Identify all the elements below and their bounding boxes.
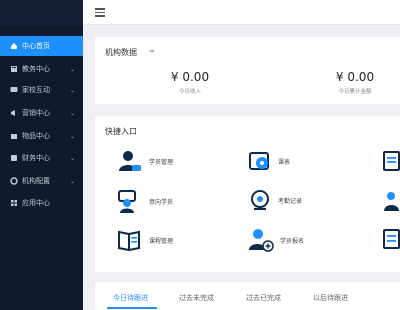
stat-label: 今日累计金额 xyxy=(338,89,372,95)
quick-entry-title: 快捷入口 xyxy=(105,127,137,136)
schedule-icon xyxy=(249,152,269,170)
sidebar-item-marketing[interactable]: 营销中心 ⌄ xyxy=(0,103,83,123)
sidebar-logo-area xyxy=(0,0,83,26)
stat-value: ¥ 0.00 xyxy=(335,70,375,84)
sidebar-item-home[interactable]: 中心首页 xyxy=(0,36,83,56)
attendance-icon xyxy=(251,190,269,210)
finance-icon xyxy=(10,154,18,162)
quick-entry-card: 快捷入口 学员管理 课表 意向学员 考勤记录 课程管理 学员报名 xyxy=(95,116,400,272)
top-bar xyxy=(83,0,400,25)
quick-document[interactable] xyxy=(383,151,400,171)
sidebar-item-label: 教务中心 xyxy=(22,65,50,73)
quick-label: 学员报名 xyxy=(280,237,305,245)
chat-icon xyxy=(10,86,18,94)
course-icon xyxy=(118,230,140,252)
book-icon xyxy=(10,65,18,73)
sidebar-item-label: 物品中心 xyxy=(22,132,50,140)
quick-schedule[interactable]: 课表 xyxy=(248,149,290,173)
quick-label: 课表 xyxy=(278,158,291,166)
chevron-down-icon: ⌄ xyxy=(69,177,75,185)
quick-label: 学员管理 xyxy=(149,158,174,166)
tab-today-follow-up[interactable]: 今日待跟进 xyxy=(113,293,148,303)
stat-today-total: ¥ 0.00 今日累计金额 xyxy=(295,70,400,95)
sidebar-item-finance[interactable]: 财务中心 ⌄ xyxy=(0,148,83,168)
sidebar-item-goods[interactable]: 物品中心 ⌄ xyxy=(0,126,83,146)
home-icon xyxy=(10,42,18,50)
overview-title: 机构数据 xyxy=(105,48,137,57)
quick-student-enrollment[interactable]: 学员报名 xyxy=(248,227,304,253)
overview-card: 机构数据 ∞ ¥ 0.00 今日收入 ¥ 0.00 今日累计金额 xyxy=(95,37,400,104)
student-icon xyxy=(119,151,141,171)
follow-up-tabs-card: 今日待跟进 过去未完成 过去已完成 以后待跟进 xyxy=(95,282,400,310)
menu-toggle-icon[interactable] xyxy=(95,8,105,17)
sidebar-item-label: 家校互动 xyxy=(22,86,50,94)
chevron-down-icon: ⌄ xyxy=(69,154,75,162)
document-icon xyxy=(383,151,400,171)
sidebar-item-label: 财务中心 xyxy=(22,154,50,162)
sidebar-item-academic[interactable]: 教务中心 ⌄ xyxy=(0,59,83,79)
settings-icon xyxy=(10,177,18,185)
sidebar-item-label: 机构配置 xyxy=(22,177,50,185)
quick-attendance-record[interactable]: 考勤记录 xyxy=(248,188,302,212)
chevron-down-icon: ⌄ xyxy=(69,132,75,140)
enroll-icon xyxy=(249,229,274,252)
chevron-down-icon: ⌄ xyxy=(69,86,75,94)
tab-past-incomplete[interactable]: 过去未完成 xyxy=(179,293,214,303)
megaphone-icon xyxy=(10,109,18,117)
quick-student-management[interactable]: 学员管理 xyxy=(117,148,173,174)
sidebar: 中心首页 教务中心 ⌄ 家校互动 ⌄ 营销中心 ⌄ 物品中心 ⌄ 财务中心 ⌄ xyxy=(0,0,83,310)
quick-label: 考勤记录 xyxy=(278,197,303,205)
overview-toggle-icon[interactable]: ∞ xyxy=(149,47,155,55)
box-icon xyxy=(10,132,18,140)
tab-future-follow-up[interactable]: 以后待跟进 xyxy=(313,293,348,303)
quick-report[interactable] xyxy=(383,229,400,249)
sidebar-item-apps[interactable]: 应用中心 xyxy=(0,193,83,213)
quick-teacher[interactable] xyxy=(383,190,400,212)
sidebar-item-label: 营销中心 xyxy=(22,109,50,117)
teacher-icon xyxy=(384,192,399,211)
stat-value: ¥ 0.00 xyxy=(170,70,210,84)
report-icon xyxy=(383,229,400,249)
tab-past-complete[interactable]: 过去已完成 xyxy=(246,293,281,303)
sidebar-item-home-school[interactable]: 家校互动 ⌄ xyxy=(0,80,83,100)
sidebar-item-config[interactable]: 机构配置 ⌄ xyxy=(0,171,83,191)
quick-label: 意向学员 xyxy=(149,198,174,206)
quick-label: 课程管理 xyxy=(149,237,174,245)
sidebar-item-label: 中心首页 xyxy=(22,42,50,50)
stat-today-income: ¥ 0.00 今日收入 xyxy=(130,70,250,95)
stat-label: 今日收入 xyxy=(178,89,201,95)
quick-course-management[interactable]: 课程管理 xyxy=(117,228,173,252)
sidebar-item-label: 应用中心 xyxy=(22,199,50,207)
chevron-down-icon: ⌄ xyxy=(69,65,75,73)
quick-prospective-student[interactable]: 意向学员 xyxy=(117,188,173,214)
prospect-icon xyxy=(118,190,136,213)
chevron-down-icon: ⌄ xyxy=(69,109,75,117)
apps-icon xyxy=(10,199,18,207)
active-tab-indicator xyxy=(107,307,157,309)
